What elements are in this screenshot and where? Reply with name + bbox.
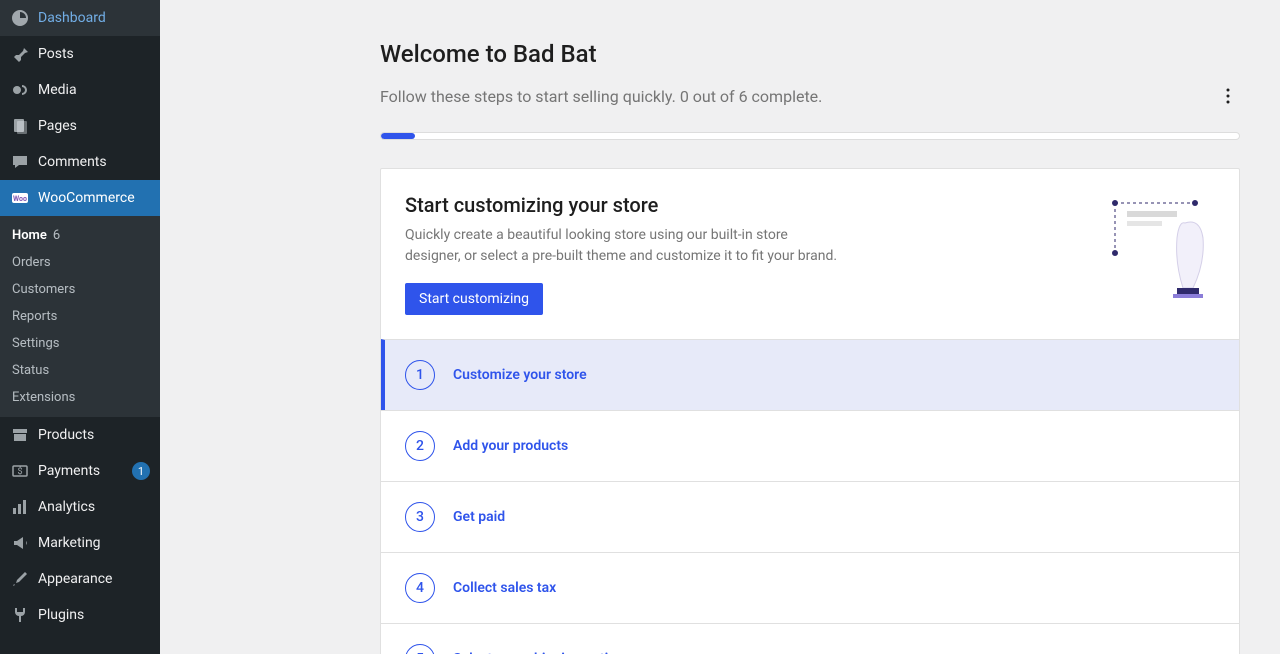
sidebar-label: WooCommerce [38, 190, 150, 206]
page-title: Welcome to Bad Bat [380, 40, 1240, 68]
comment-icon [10, 152, 30, 172]
submenu-label: Status [12, 363, 49, 378]
step-label: Get paid [453, 509, 505, 525]
sidebar-item-woocommerce[interactable]: Woo WooCommerce [0, 180, 160, 216]
submenu-item-orders[interactable]: Orders [0, 249, 160, 276]
step-collect-tax[interactable]: 4 Collect sales tax [381, 552, 1239, 623]
setup-steps-list: 1 Customize your store 2 Add your produc… [381, 339, 1239, 654]
sidebar-item-payments[interactable]: $ Payments 1 [0, 453, 160, 489]
payments-badge: 1 [132, 462, 150, 480]
plug-icon [10, 605, 30, 625]
admin-sidebar: Dashboard Posts Media Pages Comments Woo… [0, 0, 160, 654]
submenu-label: Settings [12, 336, 59, 351]
sidebar-label: Media [38, 82, 150, 98]
step-label: Customize your store [453, 367, 587, 383]
svg-text:Woo: Woo [13, 195, 27, 203]
step-number: 1 [405, 360, 435, 390]
svg-text:$: $ [17, 466, 22, 477]
step-number: 5 [405, 644, 435, 654]
sidebar-label: Analytics [38, 499, 150, 515]
progress-fill [381, 133, 415, 139]
kebab-menu-button[interactable] [1216, 84, 1240, 108]
submenu-item-status[interactable]: Status [0, 357, 160, 384]
card-title: Start customizing your store [405, 193, 1081, 217]
sidebar-item-dashboard[interactable]: Dashboard [0, 0, 160, 36]
sidebar-label: Payments [38, 463, 128, 479]
archive-icon [10, 425, 30, 445]
step-number: 2 [405, 431, 435, 461]
submenu-item-reports[interactable]: Reports [0, 303, 160, 330]
step-label: Collect sales tax [453, 580, 556, 596]
sidebar-item-analytics[interactable]: Analytics [0, 489, 160, 525]
sidebar-item-posts[interactable]: Posts [0, 36, 160, 72]
sidebar-item-media[interactable]: Media [0, 72, 160, 108]
submenu-item-home[interactable]: Home 6 [0, 222, 160, 249]
submenu-item-extensions[interactable]: Extensions [0, 384, 160, 411]
woocommerce-icon: Woo [10, 188, 30, 208]
payments-icon: $ [10, 461, 30, 481]
megaphone-icon [10, 533, 30, 553]
card-header: Start customizing your store Quickly cre… [381, 169, 1239, 339]
chart-icon [10, 497, 30, 517]
step-number: 3 [405, 502, 435, 532]
card-header-text: Start customizing your store Quickly cre… [405, 193, 1081, 315]
sidebar-label: Dashboard [38, 10, 150, 26]
sidebar-item-plugins[interactable]: Plugins [0, 597, 160, 633]
sidebar-item-appearance[interactable]: Appearance [0, 561, 160, 597]
submenu-label: Customers [12, 282, 75, 297]
woocommerce-submenu: Home 6 Orders Customers Reports Settings… [0, 216, 160, 417]
sidebar-label: Marketing [38, 535, 150, 551]
step-add-products[interactable]: 2 Add your products [381, 410, 1239, 481]
sidebar-label: Comments [38, 154, 150, 170]
submenu-label: Home [12, 228, 47, 243]
pin-icon [10, 44, 30, 64]
more-vertical-icon [1218, 86, 1238, 106]
brush-icon [10, 569, 30, 589]
step-number: 4 [405, 573, 435, 603]
sidebar-item-comments[interactable]: Comments [0, 144, 160, 180]
media-icon [10, 80, 30, 100]
setup-progress-bar [380, 132, 1240, 140]
sidebar-label: Pages [38, 118, 150, 134]
submenu-label: Reports [12, 309, 57, 324]
sidebar-label: Products [38, 427, 150, 443]
sidebar-label: Posts [38, 46, 150, 62]
submenu-label: Orders [12, 255, 51, 270]
progress-subtitle: Follow these steps to start selling quic… [380, 87, 822, 106]
submenu-item-settings[interactable]: Settings [0, 330, 160, 357]
dashboard-icon [10, 8, 30, 28]
pages-icon [10, 116, 30, 136]
submenu-item-customers[interactable]: Customers [0, 276, 160, 303]
setup-card: Start customizing your store Quickly cre… [380, 168, 1240, 654]
step-label: Add your products [453, 438, 568, 454]
step-shipping-options[interactable]: 5 Select your shipping options [381, 623, 1239, 654]
step-customize-store[interactable]: 1 Customize your store [381, 339, 1239, 410]
subtitle-row: Follow these steps to start selling quic… [380, 84, 1240, 108]
sidebar-item-products[interactable]: Products [0, 417, 160, 453]
sidebar-item-pages[interactable]: Pages [0, 108, 160, 144]
sidebar-label: Appearance [38, 571, 150, 587]
sidebar-label: Plugins [38, 607, 150, 623]
submenu-label: Extensions [12, 390, 75, 405]
customize-illustration [1105, 193, 1215, 303]
step-get-paid[interactable]: 3 Get paid [381, 481, 1239, 552]
sidebar-item-marketing[interactable]: Marketing [0, 525, 160, 561]
start-customizing-button[interactable]: Start customizing [405, 283, 543, 315]
main-content: Welcome to Bad Bat Follow these steps to… [160, 0, 1280, 654]
card-description: Quickly create a beautiful looking store… [405, 225, 845, 267]
submenu-count: 6 [53, 228, 60, 243]
